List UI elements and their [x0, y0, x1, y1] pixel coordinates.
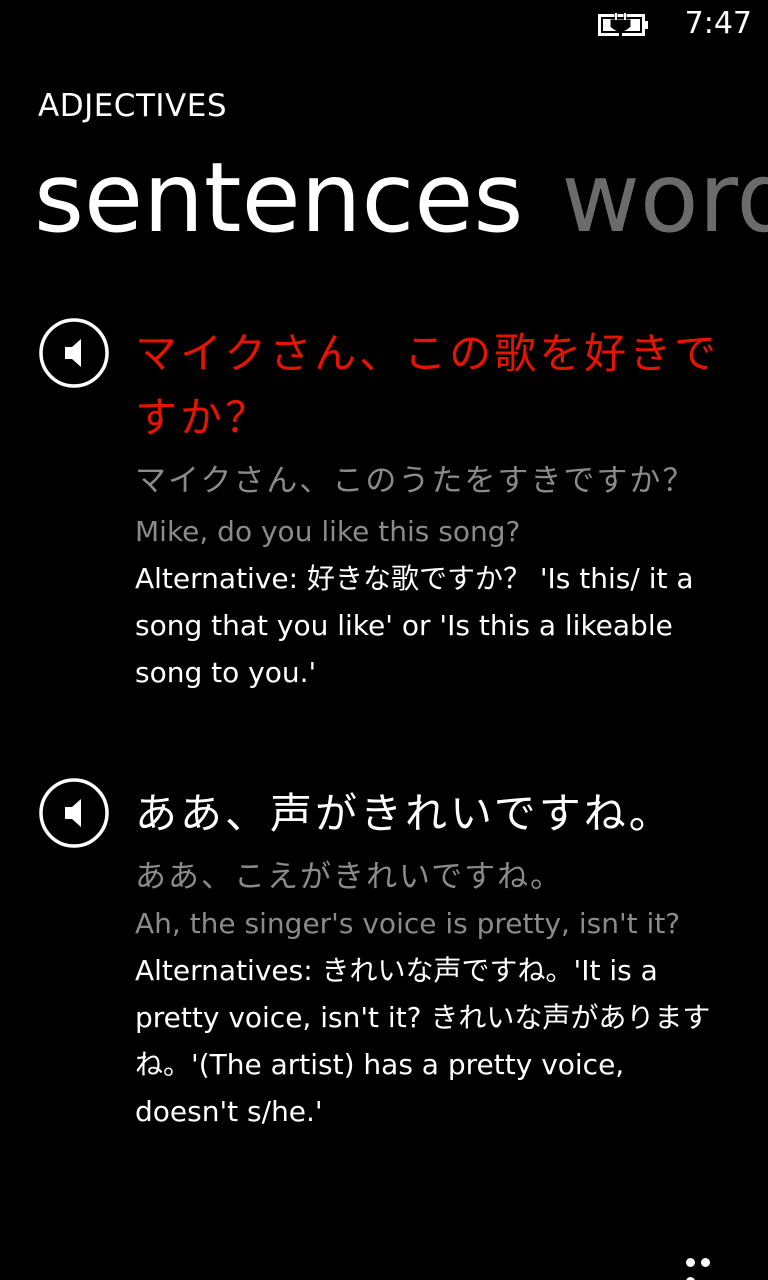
clock: 7:47: [684, 6, 752, 41]
tab-words[interactable]: words: [561, 138, 768, 258]
sentence-body: マイクさん、この歌を好きですか？ マイクさん、このうたをすきですか？ Mike,…: [135, 322, 735, 696]
kana-reading: ああ、こえがきれいですね。: [135, 859, 564, 895]
speaker-icon[interactable]: [39, 318, 109, 388]
alternative-note: Alternatives: きれいな声ですね。'It is a pretty v…: [135, 954, 711, 1128]
status-bar: 7:47: [0, 0, 768, 50]
japanese-sentence: マイクさん、この歌を好きですか？: [135, 329, 720, 442]
pivot-header: sentences words: [34, 138, 768, 258]
app-title: ADJECTIVES: [38, 88, 228, 124]
speaker-icon[interactable]: [39, 778, 109, 848]
ellipsis-icon[interactable]: [686, 1252, 730, 1280]
tab-sentences[interactable]: sentences: [34, 138, 523, 258]
english-translation: Mike, do you like this song?: [135, 515, 521, 548]
kana-reading: マイクさん、このうたをすきですか？: [135, 463, 696, 499]
screen: 7:47 ADJECTIVES sentences words マイクさん、この歌…: [0, 0, 768, 1280]
alternative-note: Alternative: 好きな歌ですか？ 'Is this/ it a son…: [135, 562, 694, 689]
sentence-body: ああ、声がきれいですね。 ああ、こえがきれいですね。 Ah, the singe…: [135, 782, 735, 1135]
english-translation: Ah, the singer's voice is pretty, isn't …: [135, 907, 681, 940]
japanese-sentence: ああ、声がきれいですね。: [135, 789, 674, 838]
battery-charging-icon: [598, 12, 648, 38]
